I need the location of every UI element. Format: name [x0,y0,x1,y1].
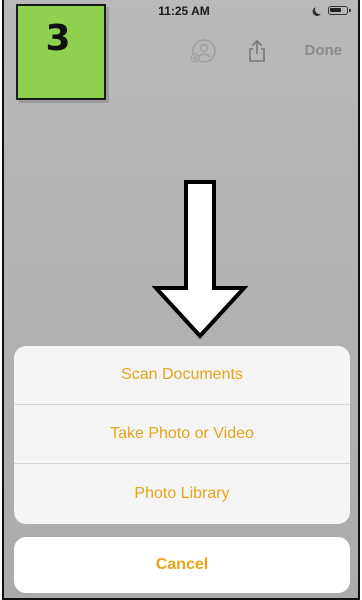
add-people-icon[interactable] [190,38,216,64]
share-icon[interactable] [244,38,270,64]
down-arrow-icon [152,180,248,339]
take-photo-or-video-option[interactable]: Take Photo or Video [14,405,350,464]
photo-library-option[interactable]: Photo Library [14,464,350,523]
scan-documents-option[interactable]: Scan Documents [14,346,350,405]
step-badge: 3 [16,4,106,100]
cancel-button[interactable]: Cancel [14,537,350,593]
done-button[interactable]: Done [305,42,343,59]
battery-icon [328,6,351,15]
action-sheet: Scan Documents Take Photo or Video Photo… [14,346,350,524]
step-number: 3 [45,17,71,59]
